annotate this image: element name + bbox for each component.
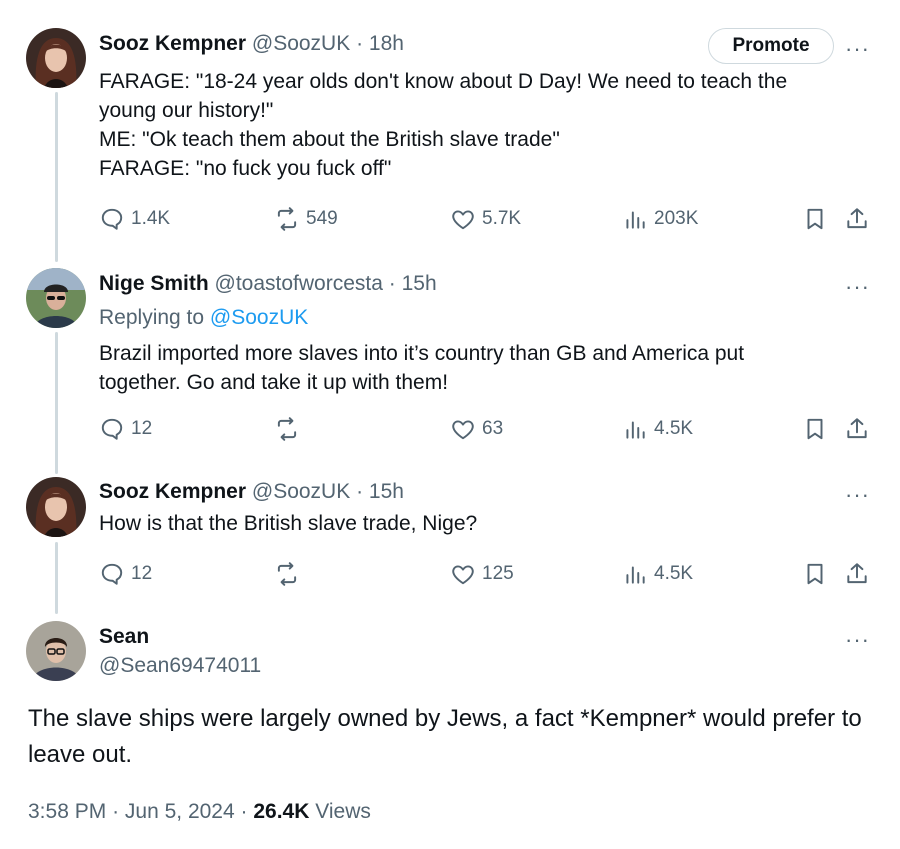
handle[interactable]: @SoozUK [252, 32, 350, 55]
views-count: 203K [654, 208, 699, 229]
avatar-man-icon [26, 621, 86, 681]
share-button[interactable] [844, 559, 870, 589]
share-icon [847, 563, 867, 584]
like-icon [452, 420, 474, 440]
bookmark-button[interactable] [802, 559, 828, 589]
views-icon [626, 421, 645, 439]
like-button[interactable]: 125 [450, 559, 514, 589]
share-icon [847, 418, 867, 439]
tweet-header: Nige Smith @toastofworcesta · 15h [99, 271, 870, 297]
bookmark-button[interactable] [802, 204, 828, 234]
timestamp[interactable]: 15h [402, 272, 437, 295]
more-icon[interactable]: ··· [845, 629, 870, 651]
promote-button[interactable]: Promote [708, 28, 834, 64]
replying-to: Replying to @SoozUK [99, 305, 870, 331]
avatar[interactable] [26, 477, 86, 537]
tweet-text: How is that the British slave trade, Nig… [99, 512, 478, 535]
timestamp[interactable]: 15h [369, 480, 404, 503]
repost-count: 549 [306, 208, 338, 229]
more-icon[interactable]: ··· [845, 276, 870, 298]
like-icon [452, 565, 474, 585]
tweet-3: Sooz Kempner @SoozUK · 15h How is that t… [99, 479, 870, 538]
avatar[interactable] [26, 268, 86, 328]
views-count: 26.4K [253, 800, 310, 823]
handle[interactable]: @toastofworcesta [215, 272, 383, 295]
more-icon[interactable]: ··· [845, 38, 870, 60]
views-icon [626, 566, 645, 584]
more-icon[interactable]: ··· [845, 484, 870, 506]
thread-line [55, 332, 58, 474]
display-name[interactable]: Sean [99, 624, 870, 650]
separator: · [356, 32, 364, 55]
reply-icon [101, 418, 123, 440]
action-bar: 12 63 4.5K [99, 414, 879, 444]
repost-button[interactable] [274, 414, 306, 444]
thread-line [55, 92, 58, 262]
tweet-2: Nige Smith @toastofworcesta · 15h Replyi… [99, 271, 870, 397]
reply-button[interactable]: 1.4K [99, 204, 170, 234]
views-button[interactable]: 203K [622, 204, 698, 234]
reply-count: 1.4K [131, 208, 171, 229]
thread-line [55, 542, 58, 614]
separator: · [388, 272, 396, 295]
views-icon [626, 211, 645, 229]
repost-icon [277, 562, 297, 586]
post-date[interactable]: Jun 5, 2024 [125, 800, 235, 823]
views-button[interactable]: 4.5K [622, 559, 693, 589]
bookmark-icon [807, 208, 823, 230]
post-time[interactable]: 3:58 PM [28, 800, 106, 823]
tweet-text: FARAGE: "18-24 year olds don't know abou… [99, 70, 788, 180]
reply-button[interactable]: 12 [99, 414, 152, 444]
avatar-man-icon [26, 268, 86, 328]
bookmark-button[interactable] [802, 414, 828, 444]
share-button[interactable] [844, 204, 870, 234]
like-button[interactable]: 5.7K [450, 204, 521, 234]
avatar[interactable] [26, 28, 86, 88]
reply-count: 12 [131, 563, 153, 584]
display-name[interactable]: Sooz Kempner [99, 480, 246, 503]
replying-label: Replying to [99, 306, 205, 329]
reply-button[interactable]: 12 [99, 559, 152, 589]
handle[interactable]: @Sean69474011 [99, 653, 870, 679]
reply-count: 12 [131, 418, 153, 439]
avatar-woman-icon [26, 477, 86, 537]
timestamp[interactable]: 18h [369, 32, 404, 55]
views-count: 4.5K [654, 563, 694, 584]
action-bar: 1.4K 549 5.7K 203K [99, 204, 879, 234]
display-name[interactable]: Nige Smith [99, 272, 209, 295]
avatar-woman-icon [26, 28, 86, 88]
views-label: Views [315, 800, 371, 823]
reply-icon [101, 563, 123, 585]
bookmark-icon [807, 418, 823, 440]
mention-link[interactable]: @SoozUK [210, 306, 308, 329]
like-count: 5.7K [482, 208, 522, 229]
share-button[interactable] [844, 414, 870, 444]
separator: · [112, 800, 120, 823]
like-count: 63 [482, 418, 504, 439]
tweet-text: Brazil imported more slaves into it’s co… [99, 342, 750, 394]
repost-button[interactable] [274, 559, 306, 589]
main-tweet-header: Sean @Sean69474011 [99, 624, 870, 679]
handle[interactable]: @SoozUK [252, 480, 350, 503]
main-tweet-text: The slave ships were largely owned by Je… [28, 705, 862, 768]
reply-icon [101, 208, 123, 230]
display-name[interactable]: Sooz Kempner [99, 32, 246, 55]
repost-icon [277, 417, 297, 441]
separator: · [356, 480, 364, 503]
repost-icon [277, 207, 297, 231]
author-block: Sean @Sean69474011 [99, 624, 870, 679]
like-button[interactable]: 63 [450, 414, 503, 444]
action-bar: 12 125 4.5K [99, 559, 879, 589]
share-icon [847, 208, 867, 229]
views-count: 4.5K [654, 418, 694, 439]
like-count: 125 [482, 563, 514, 584]
repost-button[interactable]: 549 [274, 204, 338, 234]
views-button[interactable]: 4.5K [622, 414, 693, 444]
tweet-footer: 3:58 PM · Jun 5, 2024 · 26.4K Views [28, 797, 371, 827]
separator: · [240, 800, 248, 823]
tweet-header: Sooz Kempner @SoozUK · 15h [99, 479, 870, 505]
bookmark-icon [807, 563, 823, 585]
like-icon [452, 210, 474, 230]
avatar[interactable] [26, 621, 86, 681]
